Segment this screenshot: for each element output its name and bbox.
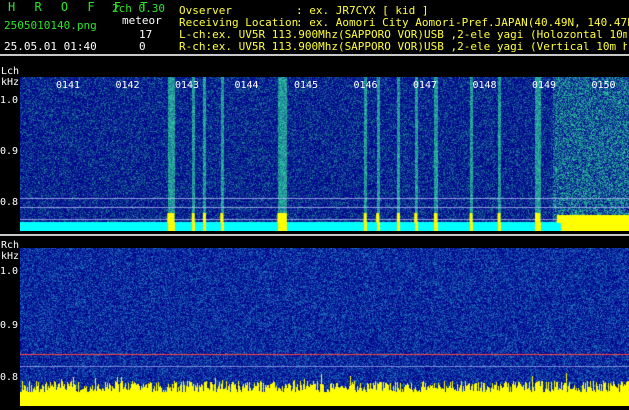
datetime-label: 25.05.01 01:40 bbox=[4, 40, 97, 53]
lch-time-label: 0150 bbox=[591, 80, 616, 91]
meteor-count-rch: 0 bbox=[139, 40, 146, 53]
panel-separator bbox=[0, 234, 629, 236]
lch-time-label: 0143 bbox=[175, 80, 200, 91]
rch-ytick-0.8: 0.8 bbox=[0, 372, 19, 383]
rch-ytick-1.0: 1.0 bbox=[0, 266, 19, 277]
lch-time-label: 0146 bbox=[353, 80, 378, 91]
lch-ytick-1.0: 1.0 bbox=[0, 95, 19, 106]
location-value: : ex. Aomori City Aomori-Pref.JAPAN(40.4… bbox=[296, 16, 629, 29]
lch-ytick-0.8: 0.8 bbox=[0, 197, 19, 208]
header-separator bbox=[0, 54, 629, 56]
lch-time-label: 0142 bbox=[115, 80, 140, 91]
rch-channel-label: Rch bbox=[1, 240, 20, 251]
lch-time-label: 0149 bbox=[532, 80, 557, 91]
lch-receiver-info: L-ch:ex. UV5R 113.900Mhz(SAPPORO VOR)USB… bbox=[179, 29, 627, 41]
lch-time-label: 0148 bbox=[472, 80, 497, 91]
rch-ytick-0.9: 0.9 bbox=[0, 320, 19, 331]
rch-unit-label: kHz bbox=[1, 251, 20, 262]
filename-label: 2505010140.png bbox=[4, 19, 97, 32]
lch-unit-label: kHz bbox=[1, 77, 20, 88]
meteor-label: meteor bbox=[122, 14, 162, 27]
rch-receiver-info: R-ch:ex. UV5R 113.900Mhz(SAPPORO VOR)USB… bbox=[179, 41, 627, 53]
location-label: Receiving Location bbox=[179, 16, 299, 29]
rch-spectrogram bbox=[20, 248, 629, 406]
lch-spectrogram bbox=[20, 77, 629, 231]
lch-time-label: 0147 bbox=[413, 80, 438, 91]
lch-channel-label: Lch bbox=[1, 66, 20, 77]
lch-ytick-0.9: 0.9 bbox=[0, 146, 19, 157]
lch-time-label: 0141 bbox=[56, 80, 81, 91]
lch-time-label: 0144 bbox=[234, 80, 259, 91]
lch-time-label: 0145 bbox=[294, 80, 319, 91]
